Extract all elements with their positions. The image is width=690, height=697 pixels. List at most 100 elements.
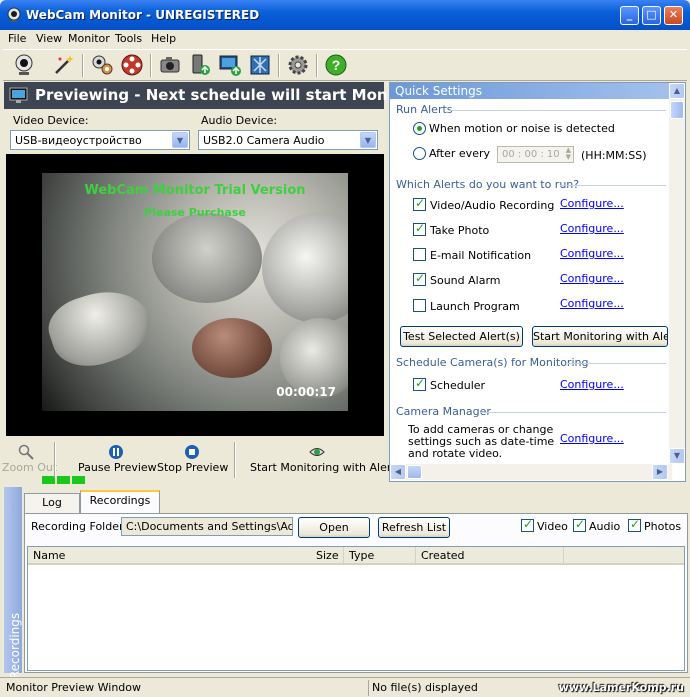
gear-icon[interactable] (286, 53, 310, 77)
minimize-button[interactable]: _ (620, 6, 639, 25)
audio-device-select[interactable]: USB2.0 Camera Audio ▼ (198, 130, 378, 150)
monitor-upload-icon[interactable] (218, 53, 242, 77)
pause-icon (109, 445, 123, 459)
configure-email-link[interactable]: Configure... (560, 247, 624, 260)
toolbar-separator (316, 54, 318, 77)
filter-photos-label: Photos (644, 520, 682, 533)
motion-radio[interactable] (413, 122, 426, 135)
open-folder-button[interactable]: Open (298, 517, 370, 538)
start-monitoring-alerts-button[interactable]: Start Monitoring with Alert(s) (532, 326, 668, 347)
scroll-right-icon[interactable]: ▶ (652, 464, 668, 480)
chevron-down-icon[interactable]: ▼ (360, 132, 376, 148)
camera-manager-desc-line: and rotate video. (408, 447, 503, 460)
scheduler-checkbox[interactable] (413, 376, 426, 391)
monitor-icon (9, 87, 28, 103)
film-reel-icon[interactable] (120, 53, 144, 77)
column-header-name[interactable]: Name (28, 547, 313, 565)
zoom-out-button[interactable]: Zoom Out (2, 444, 57, 474)
run-alerts-heading: Run Alerts (396, 103, 453, 116)
column-header-created[interactable]: Created (415, 547, 563, 565)
section-divider (480, 412, 666, 413)
column-header-type[interactable]: Type (343, 547, 415, 565)
column-header-empty (563, 547, 684, 565)
motion-radio-label: When motion or noise is detected (429, 122, 615, 135)
interval-spinner[interactable]: 00 : 00 : 10 ▲ ▼ (497, 146, 574, 163)
stop-preview-label: Stop Preview (157, 461, 229, 474)
configure-sound-link[interactable]: Configure... (560, 272, 624, 285)
menu-file[interactable]: File (8, 32, 26, 45)
alert-label: Take Photo (430, 224, 490, 237)
launch-program-checkbox[interactable] (413, 299, 426, 312)
vertical-scrollbar[interactable]: ▲ ▼ (669, 83, 685, 464)
control-separator (54, 442, 56, 478)
configure-photo-link[interactable]: Configure... (560, 222, 624, 235)
section-divider (568, 363, 666, 364)
recordings-side-label: Recordings (8, 612, 23, 680)
scheduler-label: Scheduler (430, 379, 486, 392)
configure-recording-link[interactable]: Configure... (560, 197, 624, 210)
audio-device-label: Audio Device: (201, 114, 278, 127)
title-bar: WebCam Monitor - UNREGISTERED _ □ ✕ (0, 0, 690, 30)
scroll-up-icon[interactable]: ▲ (669, 83, 685, 99)
video-device-select[interactable]: USB-видеоустройство ▼ (10, 130, 190, 150)
camera-image-region (42, 279, 159, 377)
video-timestamp: 00:00:17 (276, 385, 336, 399)
sound-alarm-checkbox[interactable] (413, 271, 426, 286)
app-webcam-icon (7, 7, 21, 22)
scroll-down-icon[interactable]: ▼ (669, 448, 685, 464)
recordings-list[interactable]: Name Size Type Created (27, 546, 685, 671)
refresh-list-button[interactable]: Refresh List (378, 517, 450, 538)
interval-value: 00 : 00 : 10 (502, 149, 560, 160)
alert-label: Sound Alarm (430, 274, 501, 287)
phone-upload-icon[interactable] (188, 53, 212, 77)
alert-label: Launch Program (430, 300, 520, 313)
menu-help[interactable]: Help (151, 32, 176, 45)
horizontal-scrollbar[interactable]: ◀ ▶ (390, 464, 672, 480)
tab-recordings[interactable]: Recordings (80, 490, 160, 514)
maximize-button[interactable]: □ (642, 6, 661, 25)
snapshot-camera-icon[interactable] (158, 53, 182, 77)
tab-log[interactable]: Log (24, 493, 80, 513)
after-every-radio[interactable] (413, 147, 426, 160)
scroll-left-icon[interactable]: ◀ (390, 464, 406, 480)
recordings-side-strip[interactable]: Recordings (4, 487, 22, 679)
filter-audio-checkbox[interactable] (573, 517, 586, 532)
configure-camera-manager-link[interactable]: Configure... (560, 432, 624, 445)
interval-format-label: (HH:MM:SS) (581, 149, 647, 162)
network-icon[interactable] (248, 53, 272, 77)
take-photo-checkbox[interactable] (413, 221, 426, 236)
menu-monitor[interactable]: Monitor (68, 32, 110, 45)
start-monitoring-button[interactable]: Start Monitoring with Alerts (250, 444, 401, 474)
recordings-tab-panel: Recording Folder: C:\Documents and Setti… (24, 513, 688, 673)
preview-header: Previewing - Next schedule will start Mo… (4, 82, 417, 109)
configure-scheduler-link[interactable]: Configure... (560, 378, 624, 391)
cameras-settings-icon[interactable] (90, 53, 114, 77)
menu-bar: File View Monitor Tools Help (0, 30, 690, 47)
preview-pane: Previewing - Next schedule will start Mo… (2, 82, 417, 484)
close-button[interactable]: ✕ (664, 6, 683, 25)
preview-controls: Zoom Out Pause Preview Stop Preview Star… (2, 436, 401, 482)
scroll-thumb[interactable] (670, 101, 684, 119)
menu-view[interactable]: View (36, 32, 62, 45)
toolbar-separator (150, 54, 152, 77)
column-header-size[interactable]: Size (313, 547, 343, 565)
test-selected-alerts-button[interactable]: Test Selected Alert(s) (400, 326, 523, 347)
magic-wand-icon[interactable] (52, 53, 76, 77)
webcam-icon[interactable] (12, 53, 36, 77)
scroll-thumb[interactable] (407, 465, 422, 479)
recording-folder-field[interactable]: C:\Documents and Settings\Admin\ (121, 517, 293, 536)
zoom-out-label: Zoom Out (2, 461, 58, 474)
chevron-down-icon[interactable]: ▼ (172, 132, 188, 148)
filter-video-checkbox[interactable] (521, 517, 534, 532)
help-icon[interactable]: ? (324, 53, 348, 77)
pause-preview-button[interactable]: Pause Preview (78, 444, 157, 474)
menu-tools[interactable]: Tools (115, 32, 142, 45)
trial-overlay-title: WebCam Monitor Trial Version (84, 183, 306, 198)
spin-arrows-icon[interactable]: ▲ ▼ (566, 147, 571, 161)
configure-program-link[interactable]: Configure... (560, 297, 624, 310)
filter-photos-checkbox[interactable] (628, 517, 641, 532)
email-notification-checkbox[interactable] (413, 248, 426, 261)
video-audio-recording-checkbox[interactable] (413, 196, 426, 211)
stop-preview-button[interactable]: Stop Preview (157, 444, 229, 474)
schedule-heading: Schedule Camera(s) for Monitoring (396, 356, 589, 369)
